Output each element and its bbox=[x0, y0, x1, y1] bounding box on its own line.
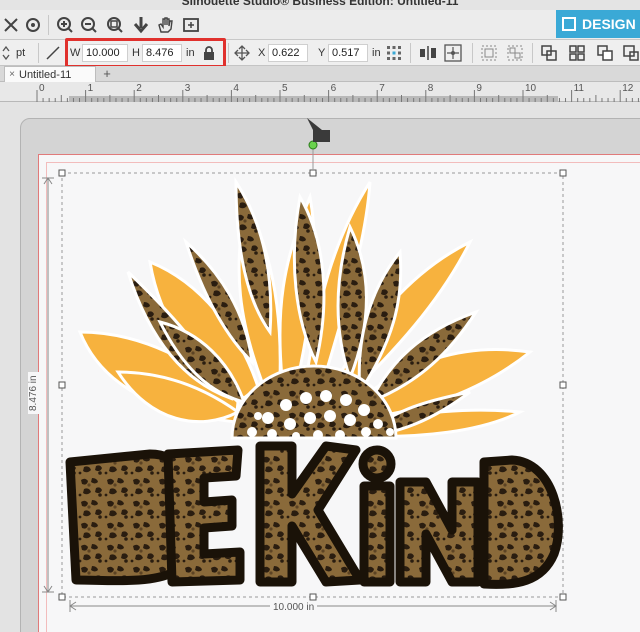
duplicate-icon[interactable] bbox=[540, 40, 558, 66]
horizontal-ruler: 0 1 2 3 4 5 6 7 8 9 10 11 12 bbox=[0, 82, 640, 102]
align-icon[interactable] bbox=[418, 40, 438, 66]
ruler-number: 7 bbox=[379, 83, 385, 94]
select-icon[interactable] bbox=[0, 14, 22, 36]
document-tab-strip: × Untitled-11 + bbox=[0, 66, 640, 82]
size-highlight-box bbox=[65, 38, 226, 68]
ruler-number: 4 bbox=[233, 83, 239, 94]
add-tab-button[interactable]: + bbox=[100, 67, 114, 81]
ruler-number: 11 bbox=[573, 83, 584, 94]
x-label: X bbox=[258, 47, 266, 59]
ungroup-icon[interactable] bbox=[506, 40, 524, 66]
grid-icon bbox=[562, 17, 576, 31]
line-unit-label: pt bbox=[16, 47, 26, 59]
ruler-number: 9 bbox=[476, 83, 482, 94]
document-tab-label: Untitled-11 bbox=[19, 68, 72, 81]
reference-point-icon[interactable] bbox=[386, 40, 402, 66]
ruler-number: 1 bbox=[87, 83, 94, 94]
ruler-number: 12 bbox=[622, 83, 634, 94]
line-tool-icon[interactable] bbox=[46, 40, 60, 66]
ruler-number: 3 bbox=[184, 83, 191, 94]
arrange-icon[interactable] bbox=[596, 40, 614, 66]
flower-center bbox=[230, 364, 398, 440]
move-down-icon[interactable] bbox=[130, 14, 152, 36]
ruler-number: 0 bbox=[39, 83, 45, 94]
line-weight-stepper[interactable] bbox=[2, 40, 10, 66]
ruler-number: 2 bbox=[136, 83, 142, 94]
be-kind-lettering bbox=[65, 441, 563, 589]
design-tab-label: DESIGN bbox=[582, 16, 636, 32]
ruler-number: 8 bbox=[427, 83, 434, 94]
zoom-out-icon[interactable] bbox=[78, 14, 100, 36]
main-toolbar bbox=[0, 10, 640, 40]
ruler-number: 5 bbox=[282, 83, 288, 94]
ruler-ticks bbox=[36, 90, 639, 102]
design-canvas[interactable]: 10.000 in 8.476 in bbox=[0, 102, 640, 632]
weld-icon[interactable] bbox=[622, 40, 640, 66]
document-tab[interactable]: × Untitled-11 bbox=[4, 66, 96, 82]
window-title: Silhouette Studio® Business Edition: Unt… bbox=[181, 0, 459, 8]
silhouette-studio-window: Silhouette Studio® Business Edition: Unt… bbox=[0, 0, 640, 632]
rotate-handle[interactable] bbox=[308, 140, 318, 150]
close-tab-icon[interactable]: × bbox=[5, 69, 19, 80]
ruler-number: 10 bbox=[525, 83, 537, 94]
arrow-up-icon bbox=[307, 118, 330, 142]
zoom-fit-icon[interactable] bbox=[104, 14, 126, 36]
hand-pan-icon[interactable] bbox=[154, 14, 176, 36]
replicate-icon[interactable] bbox=[568, 40, 586, 66]
height-dimension-label: 8.476 in bbox=[28, 372, 39, 414]
page-fit-icon[interactable] bbox=[180, 14, 202, 36]
zoom-in-icon[interactable] bbox=[54, 14, 76, 36]
x-position-field[interactable]: 0.622 bbox=[268, 44, 308, 62]
move-icon bbox=[234, 40, 250, 66]
group-icon[interactable] bbox=[480, 40, 498, 66]
position-unit-label: in bbox=[372, 47, 381, 59]
design-tab[interactable]: DESIGN bbox=[556, 10, 640, 38]
point-edit-icon[interactable] bbox=[22, 14, 44, 36]
width-dimension-label: 10.000 in bbox=[270, 602, 318, 613]
title-bar: Silhouette Studio® Business Edition: Unt… bbox=[0, 0, 640, 10]
y-position-field[interactable]: 0.517 bbox=[328, 44, 368, 62]
ruler-number: 6 bbox=[330, 83, 337, 94]
design-artwork[interactable] bbox=[0, 102, 640, 632]
center-to-page-icon[interactable] bbox=[444, 40, 462, 66]
y-label: Y bbox=[318, 47, 326, 59]
